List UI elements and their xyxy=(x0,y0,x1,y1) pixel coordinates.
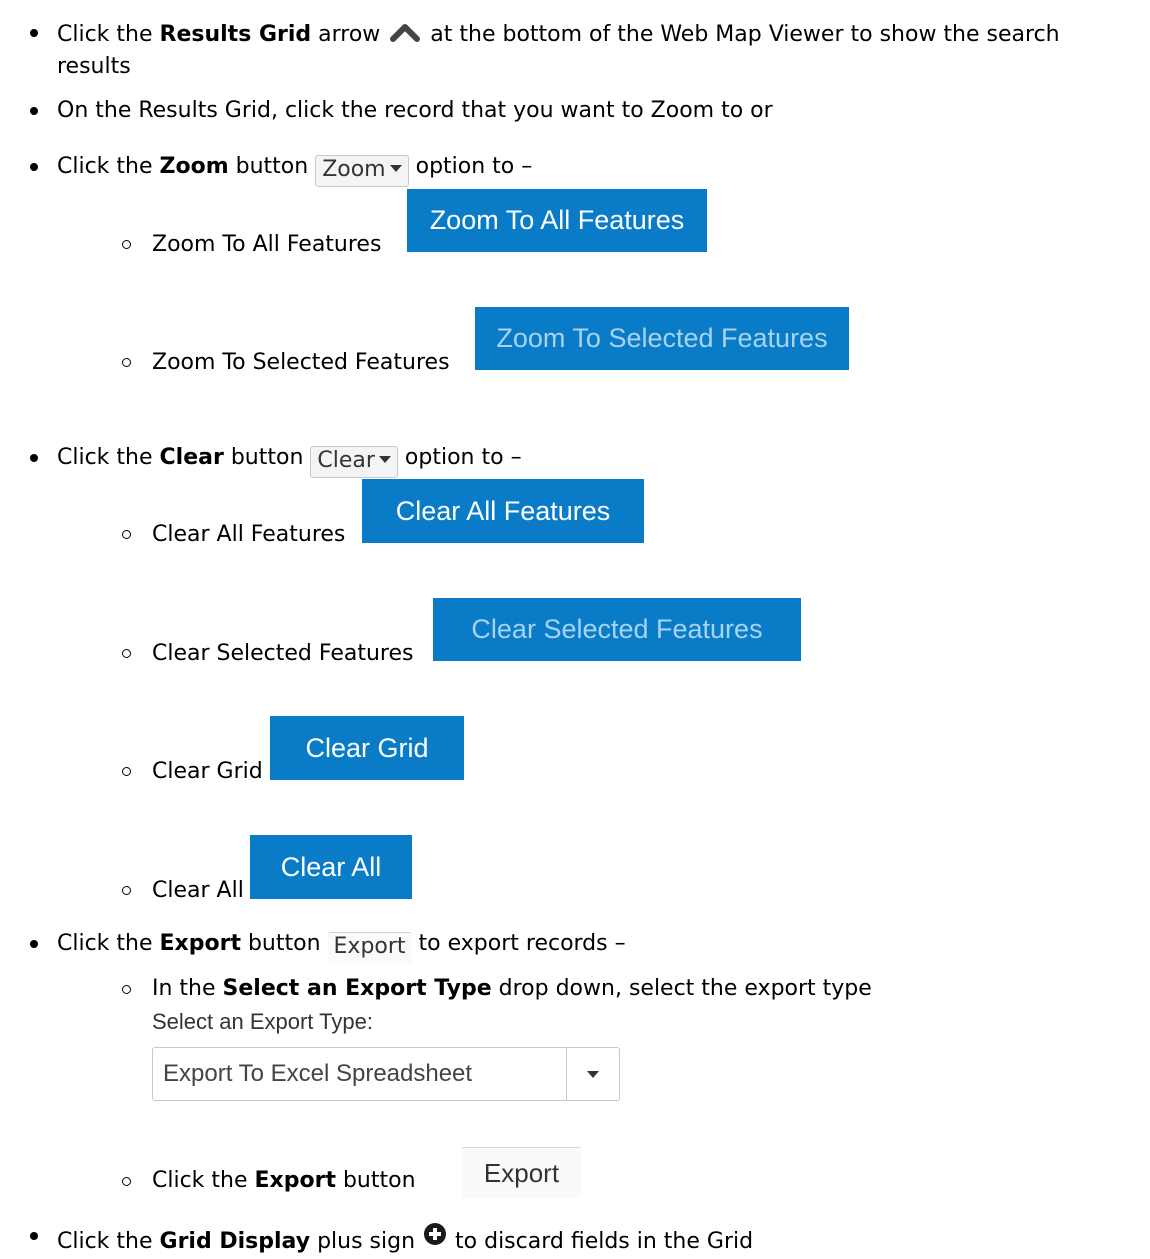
option-select-export-type: In the Select an Export Type drop down, … xyxy=(152,976,872,1001)
zoom-button[interactable]: Zoom xyxy=(315,155,409,187)
option-zoom-all-features: Zoom To All Features xyxy=(152,232,382,257)
sub-bullet xyxy=(122,649,131,658)
clear-selected-features-button[interactable]: Clear Selected Features xyxy=(433,598,801,661)
clear-all-button[interactable]: Clear All xyxy=(250,835,412,899)
export-button[interactable]: Export xyxy=(462,1147,581,1198)
clear-button[interactable]: Clear xyxy=(310,446,398,478)
option-clear-selected-features: Clear Selected Features xyxy=(152,641,414,666)
bullet xyxy=(30,29,38,37)
instruction-results-grid-cont: results xyxy=(57,54,131,79)
plus-circle-icon[interactable] xyxy=(422,1222,448,1250)
instruction-select-record: On the Results Grid, click the record th… xyxy=(57,98,773,123)
zoom-to-selected-features-button[interactable]: Zoom To Selected Features xyxy=(475,307,849,370)
clear-grid-button[interactable]: Clear Grid xyxy=(270,716,464,780)
sub-bullet xyxy=(122,767,131,776)
option-clear-all-features: Clear All Features xyxy=(152,522,346,547)
bullet xyxy=(30,454,38,462)
instruction-grid-display: Click the Grid Display plus sign to disc… xyxy=(57,1222,753,1256)
option-click-export: Click the Export button xyxy=(152,1168,416,1193)
caret-down-icon xyxy=(378,456,391,463)
dropdown-toggle[interactable] xyxy=(566,1048,619,1100)
bullet xyxy=(30,940,38,948)
export-type-dropdown[interactable]: Export To Excel Spreadsheet xyxy=(152,1047,620,1101)
bullet xyxy=(30,163,38,171)
sub-bullet xyxy=(122,530,131,539)
clear-all-features-button[interactable]: Clear All Features xyxy=(362,479,644,543)
instruction-results-grid: Click the Results Grid arrow at the bott… xyxy=(57,19,1060,49)
term-results-grid: Results Grid xyxy=(159,22,312,47)
sub-bullet xyxy=(122,985,131,994)
export-small-button[interactable]: Export xyxy=(327,932,412,963)
sub-bullet xyxy=(122,240,131,249)
export-type-label: Select an Export Type: xyxy=(152,1009,373,1034)
bullet xyxy=(30,107,38,115)
sub-bullet xyxy=(122,1177,131,1186)
option-clear-all: Clear All xyxy=(152,878,244,903)
export-type-value: Export To Excel Spreadsheet xyxy=(163,1060,473,1087)
caret-down-icon xyxy=(389,165,402,172)
bullet xyxy=(30,1232,38,1240)
sub-bullet xyxy=(122,358,131,367)
option-zoom-selected-features: Zoom To Selected Features xyxy=(152,350,450,375)
chevron-up-icon[interactable] xyxy=(387,19,423,45)
instruction-export: Click the Export button Export to export… xyxy=(57,930,626,963)
caret-down-icon xyxy=(587,1070,599,1078)
sub-bullet xyxy=(122,886,131,895)
zoom-to-all-features-button[interactable]: Zoom To All Features xyxy=(407,189,707,252)
instruction-clear: Click the Clear button Clear option to – xyxy=(57,444,522,478)
instruction-zoom: Click the Zoom button Zoom option to – xyxy=(57,153,532,187)
option-clear-grid: Clear Grid xyxy=(152,759,263,784)
